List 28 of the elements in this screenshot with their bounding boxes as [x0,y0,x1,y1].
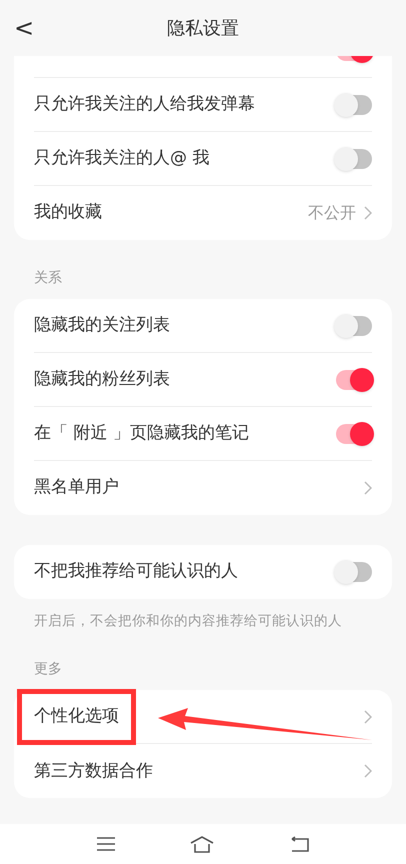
setting-label: 我的收藏 [34,201,102,224]
hint-text: 开启后，不会把你和你的内容推荐给可能认识的人 [33,612,343,631]
home-icon[interactable] [188,835,215,853]
setting-label: 只允许我关注的人给我发弹幕 [34,92,255,116]
chevron-right-icon [364,481,372,495]
section-title: 更多 [33,660,63,680]
setting-label: 隐藏我的粉丝列表 [34,368,170,391]
back-button[interactable]: < [0,10,44,46]
toggle-switch[interactable] [336,148,372,168]
setting-label: 第三方数据合作 [34,760,153,782]
toggle-switch[interactable] [336,562,372,582]
toggle-switch[interactable] [336,424,372,444]
toggle-switch[interactable] [336,94,372,114]
setting-label: 隐藏我的关注列表 [34,314,170,337]
setting-label: 个性化选项 [34,706,119,726]
setting-label: 只允许我关注的人@ 我 [34,146,210,170]
setting-label: 不把我推荐给可能认识的人 [34,560,238,584]
toggle-switch[interactable] [336,316,372,336]
chevron-right-icon [364,206,372,220]
setting-label: 黑名单用户 [34,476,119,500]
setting-value: 不公开 [308,202,356,224]
chevron-right-icon [364,764,372,778]
page-title: 隐私设置 [167,16,239,40]
setting-label: 在「 附近 」页隐藏我的笔记 [34,422,249,445]
section-title: 关系 [33,269,63,288]
toggle-switch[interactable] [336,370,372,390]
chevron-right-icon [364,710,372,724]
menu-icon[interactable] [96,836,116,852]
